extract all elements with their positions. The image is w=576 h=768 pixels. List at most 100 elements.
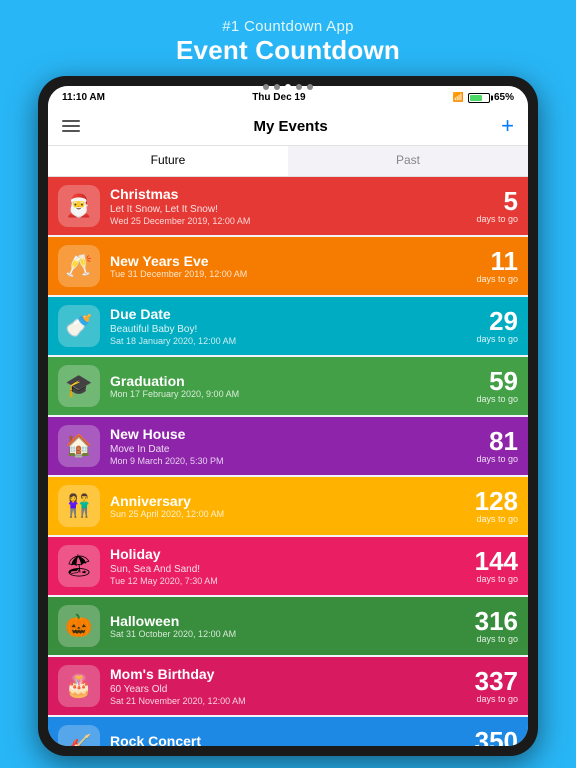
hamburger-line-3 xyxy=(62,130,80,132)
event-info: New Years EveTue 31 December 2019, 12:00… xyxy=(110,253,468,280)
event-icon: 🍼 xyxy=(58,305,100,347)
event-item[interactable]: 🎅ChristmasLet It Snow, Let It Snow!Wed 2… xyxy=(48,177,528,235)
event-date: Tue 31 December 2019, 12:00 AM xyxy=(110,269,468,279)
event-icon: 🎓 xyxy=(58,365,100,407)
countdown-label: days to go xyxy=(475,694,518,704)
event-date: Tue 12 May 2020, 7:30 AM xyxy=(110,576,467,586)
events-list: 🎅ChristmasLet It Snow, Let It Snow!Wed 2… xyxy=(48,177,528,746)
event-countdown: 337days to go xyxy=(475,668,518,704)
countdown-label: days to go xyxy=(476,334,518,344)
status-time: 11:10 AM xyxy=(62,92,105,103)
event-name: New Years Eve xyxy=(110,253,468,270)
countdown-number: 11 xyxy=(476,248,518,274)
event-info: ChristmasLet It Snow, Let It Snow!Wed 25… xyxy=(110,186,468,226)
event-item[interactable]: 🎃 HalloweenSat 31 October 2020, 12:00 AM 3… xyxy=(48,597,528,655)
event-name: Graduation xyxy=(110,373,468,390)
event-date: Sun 25 April 2020, 12:00 AM xyxy=(110,509,467,519)
countdown-number: 350 xyxy=(475,728,518,746)
dot-1 xyxy=(263,84,269,90)
event-icon: 🏠 xyxy=(58,425,100,467)
app-header: #1 Countdown App Event Countdown xyxy=(0,0,576,76)
countdown-number: 144 xyxy=(475,548,518,574)
countdown-number: 81 xyxy=(476,428,518,454)
countdown-number: 128 xyxy=(475,488,518,514)
event-date: Sat 21 November 2020, 12:00 AM xyxy=(110,696,467,706)
hamburger-line-2 xyxy=(62,125,80,127)
event-item[interactable]: 👫 AnniversarySun 25 April 2020, 12:00 AM 1… xyxy=(48,477,528,535)
event-info: New HouseMove In DateMon 9 March 2020, 5… xyxy=(110,426,468,466)
event-date: Mon 17 February 2020, 9:00 AM xyxy=(110,389,468,399)
tab-past[interactable]: Past xyxy=(288,146,528,176)
event-name: Holiday xyxy=(110,546,467,563)
event-icon: 🏖 xyxy=(58,545,100,587)
event-info: HolidaySun, Sea And Sand!Tue 12 May 2020… xyxy=(110,546,467,586)
tab-bar: Future Past xyxy=(48,146,528,177)
event-subtitle: Beautiful Baby Boy! xyxy=(110,323,468,336)
countdown-label: days to go xyxy=(475,574,518,584)
event-info: AnniversarySun 25 April 2020, 12:00 AM xyxy=(110,493,467,520)
nav-title: My Events xyxy=(253,118,327,135)
dot-2 xyxy=(274,84,280,90)
event-countdown: 81days to go xyxy=(476,428,518,464)
event-icon: 🥂 xyxy=(58,245,100,287)
tablet-screen: 11:10 AM Thu Dec 19 📶 65% My Events + xyxy=(48,86,528,746)
event-countdown: 316days to go xyxy=(475,608,518,644)
event-info: HalloweenSat 31 October 2020, 12:00 AM xyxy=(110,613,467,640)
event-countdown: 59days to go xyxy=(476,368,518,404)
page-dots xyxy=(263,84,313,90)
event-name: Christmas xyxy=(110,186,468,203)
event-item[interactable]: 🎸 Rock ConcertThu 3 December 2020, 9:00 P… xyxy=(48,717,528,746)
dot-5 xyxy=(307,84,313,90)
event-subtitle: Let It Snow, Let It Snow! xyxy=(110,203,468,216)
event-icon: 🎅 xyxy=(58,185,100,227)
event-item[interactable]: 🎓 GraduationMon 17 February 2020, 9:00 AM… xyxy=(48,357,528,415)
countdown-label: days to go xyxy=(475,514,518,524)
battery-fill xyxy=(470,95,482,101)
event-countdown: 350days to go xyxy=(475,728,518,746)
countdown-number: 29 xyxy=(476,308,518,334)
event-countdown: 5days to go xyxy=(476,188,518,224)
event-item[interactable]: 🍼Due DateBeautiful Baby Boy!Sat 18 Janua… xyxy=(48,297,528,355)
tablet-frame: 11:10 AM Thu Dec 19 📶 65% My Events + xyxy=(38,76,538,756)
event-info: Due DateBeautiful Baby Boy!Sat 18 Januar… xyxy=(110,306,468,346)
countdown-label: days to go xyxy=(476,454,518,464)
event-name: New House xyxy=(110,426,468,443)
event-item[interactable]: 🏖HolidaySun, Sea And Sand!Tue 12 May 202… xyxy=(48,537,528,595)
app-subtitle: #1 Countdown App xyxy=(0,18,576,35)
event-item[interactable]: 🎂Mom's Birthday60 Years OldSat 21 Novemb… xyxy=(48,657,528,715)
countdown-number: 316 xyxy=(475,608,518,634)
menu-button[interactable] xyxy=(62,120,80,132)
event-icon: 🎂 xyxy=(58,665,100,707)
countdown-label: days to go xyxy=(476,394,518,404)
add-event-button[interactable]: + xyxy=(501,115,514,137)
event-subtitle: Sun, Sea And Sand! xyxy=(110,563,467,576)
event-icon: 🎸 xyxy=(58,725,100,746)
tab-future[interactable]: Future xyxy=(48,146,288,176)
event-item[interactable]: 🥂 New Years EveTue 31 December 2019, 12:0… xyxy=(48,237,528,295)
event-name: Due Date xyxy=(110,306,468,323)
event-name: Anniversary xyxy=(110,493,467,510)
event-countdown: 128days to go xyxy=(475,488,518,524)
event-date: Wed 25 December 2019, 12:00 AM xyxy=(110,216,468,226)
countdown-number: 59 xyxy=(476,368,518,394)
event-name: Halloween xyxy=(110,613,467,630)
event-date: Sat 31 October 2020, 12:00 AM xyxy=(110,629,467,639)
event-subtitle: 60 Years Old xyxy=(110,683,467,696)
event-date: Mon 9 March 2020, 5:30 PM xyxy=(110,456,468,466)
event-item[interactable]: 🏠New HouseMove In DateMon 9 March 2020, … xyxy=(48,417,528,475)
nav-bar: My Events + xyxy=(48,107,528,146)
event-countdown: 144days to go xyxy=(475,548,518,584)
dot-3 xyxy=(285,84,291,90)
countdown-number: 337 xyxy=(475,668,518,694)
event-icon: 👫 xyxy=(58,485,100,527)
event-countdown: 11days to go xyxy=(476,248,518,284)
countdown-label: days to go xyxy=(475,634,518,644)
battery-percent: 65% xyxy=(494,92,514,103)
event-icon: 🎃 xyxy=(58,605,100,647)
event-subtitle: Move In Date xyxy=(110,443,468,456)
event-info: Rock ConcertThu 3 December 2020, 9:00 PM xyxy=(110,733,467,746)
event-date: Sat 18 January 2020, 12:00 AM xyxy=(110,336,468,346)
app-title: Event Countdown xyxy=(0,35,576,66)
event-info: GraduationMon 17 February 2020, 9:00 AM xyxy=(110,373,468,400)
event-name: Rock Concert xyxy=(110,733,467,746)
